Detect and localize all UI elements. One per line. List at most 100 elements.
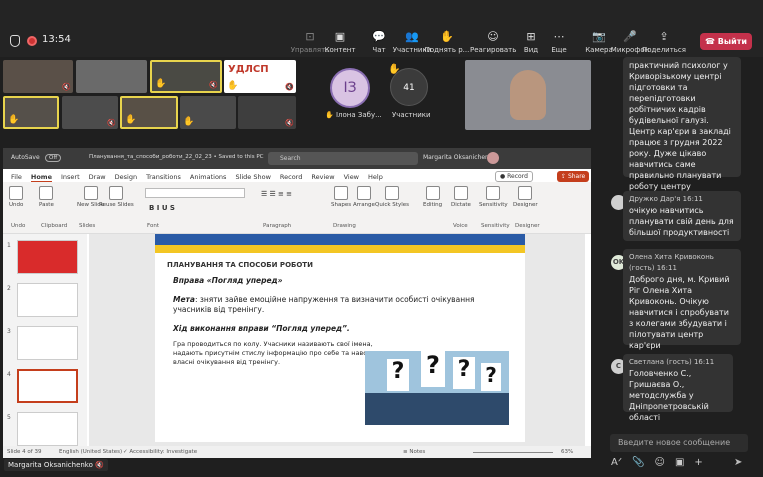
menu-record[interactable]: Record	[280, 173, 302, 182]
ribbon-button-label: Designer	[513, 202, 538, 208]
ribbon-button-icon	[334, 186, 349, 200]
ribbon-paste-button[interactable]: Paste	[39, 182, 54, 208]
ppt-menu: File Home Insert Draw Design Transitions Anima…	[11, 173, 383, 182]
ribbon-group-label: Paragraph	[263, 223, 292, 229]
ribbon-button-label: Editing	[423, 202, 443, 208]
search-input[interactable]: Search	[268, 152, 418, 165]
format-icon[interactable]: Aᐟ	[611, 457, 622, 468]
font-selector[interactable]	[145, 188, 245, 198]
toolbar-share-button[interactable]: ⇪ Поделиться	[641, 30, 687, 54]
ribbon-button-icon	[109, 186, 124, 200]
attach-icon[interactable]: 📎	[632, 457, 644, 468]
ribbon-button-label: Reuse Slides	[99, 202, 134, 208]
course-text: Гра проводиться по колу. Учасники назива…	[173, 340, 384, 366]
ribbon-button-icon	[453, 186, 468, 200]
flag-stripe-yellow	[155, 245, 525, 253]
record-button[interactable]: ● Record	[495, 171, 533, 182]
menu-animations[interactable]: Animations	[190, 173, 227, 182]
logo: УДЛСП	[228, 64, 269, 75]
avatar[interactable]	[487, 152, 499, 164]
ribbon-group-label: Slides	[79, 223, 96, 229]
slide-thumbnail[interactable]	[17, 240, 78, 274]
menu-review[interactable]: Review	[311, 173, 334, 182]
ribbon-sensitivity-button[interactable]: Sensitivity	[479, 182, 508, 208]
ppt-titlebar: AutoSave Off Планування_та_способи_робот…	[3, 148, 591, 169]
zoom-slider[interactable]	[473, 452, 553, 453]
ribbon-group-label: Font	[147, 223, 159, 229]
menu-view[interactable]: View	[344, 173, 359, 182]
emoji-icon[interactable]: ☺	[655, 457, 665, 468]
avatar[interactable]: IЗ	[330, 68, 370, 108]
paragraph-buttons[interactable]: ☰ ☰ ≡ ≡	[261, 190, 292, 198]
ribbon-reuse-slides-button[interactable]: Reuse Slides	[99, 182, 134, 208]
slide[interactable]: ПЛАНУВАННЯ ТА СПОСОБИ РОБОТИ Вправа «Пог…	[155, 234, 525, 442]
ribbon-button-label: Arrange	[353, 202, 375, 208]
participant-video[interactable]: 🔇	[3, 60, 73, 93]
participant-video[interactable]: ✋	[120, 96, 178, 129]
presenter-video[interactable]	[465, 60, 591, 130]
slide-thumbnail[interactable]	[17, 326, 78, 360]
menu-slide-show[interactable]: Slide Show	[235, 173, 270, 182]
accessibility-status[interactable]: ✓ Accessibility: Investigate	[123, 449, 197, 455]
ribbon-quick-styles-button[interactable]: Quick Styles	[375, 182, 409, 208]
participant-count[interactable]: 41	[390, 68, 428, 106]
notes-button[interactable]: ≡ Notes	[403, 449, 425, 455]
toolbar-button-label: Поделиться	[642, 46, 686, 54]
participant-video[interactable]: ✋	[3, 96, 59, 129]
ribbon-undo-button[interactable]: Undo	[9, 182, 23, 208]
ribbon-button-icon	[425, 186, 440, 200]
recording-icon	[27, 36, 37, 46]
menu-help[interactable]: Help	[368, 173, 383, 182]
toolbar-button-label: Чат	[372, 46, 386, 54]
ribbon-button-icon	[39, 186, 54, 200]
leave-button[interactable]: ☎ Выйти	[700, 33, 752, 50]
send-icon[interactable]: ➤	[734, 457, 742, 468]
toolbar-raise-hand-button[interactable]: ✋ Поднять р...	[424, 30, 470, 54]
menu-draw[interactable]: Draw	[89, 173, 106, 182]
zoom-level[interactable]: 63%	[561, 449, 573, 455]
ribbon-button-label: Dictate	[451, 202, 471, 208]
language-status[interactable]: English (United States)	[59, 449, 122, 455]
participant-video[interactable]: ✋	[180, 96, 236, 129]
participant-video[interactable]: 🔇	[238, 96, 296, 129]
add-icon[interactable]: +	[694, 457, 702, 468]
chat-input[interactable]: Введите новое сообщение	[610, 434, 748, 452]
participant-video[interactable]: УДЛСП ✋ 🔇	[224, 60, 296, 93]
question-marks-image: ? ? ? ?	[365, 351, 509, 425]
ribbon-group-label: Designer	[515, 223, 540, 229]
menu-file[interactable]: File	[11, 173, 22, 182]
ppt-statusbar: Slide 4 of 39 English (United States) ✓ …	[3, 446, 591, 458]
exercise-title: Вправа «Погляд уперед»	[173, 276, 283, 285]
raised-hand-icon: ✋	[125, 115, 137, 125]
share-button[interactable]: ⇪ Share	[557, 171, 590, 182]
participant-video[interactable]	[76, 60, 147, 93]
ribbon-group-label: Undo	[11, 223, 26, 229]
ribbon-button-label: Undo	[9, 202, 24, 208]
toolbar-button-label: Контент	[324, 46, 356, 54]
raise-hand-icon: ✋	[440, 30, 454, 43]
ribbon-designer-button[interactable]: Designer	[513, 182, 538, 208]
ribbon-dictate-button[interactable]: Dictate	[451, 182, 471, 208]
autosave-toggle[interactable]: Off	[45, 154, 62, 162]
menu-transitions[interactable]: Transitions	[146, 173, 181, 182]
ribbon-shapes-button[interactable]: Shapes	[331, 182, 351, 208]
menu-design[interactable]: Design	[115, 173, 137, 182]
menu-insert[interactable]: Insert	[61, 173, 80, 182]
font-style-buttons[interactable]: B I U S	[149, 204, 175, 212]
ribbon-editing-button[interactable]: Editing	[423, 182, 442, 208]
gif-icon[interactable]: ▣	[675, 457, 684, 468]
participant-video[interactable]: ✋ 🔇	[150, 60, 222, 93]
slide-thumbnail[interactable]	[17, 412, 78, 446]
ribbon-group-label: Drawing	[333, 223, 356, 229]
slide-thumbnail-selected[interactable]	[17, 369, 78, 403]
meeting-toolbar: 13:54 ⊡ Управлять ▣ Контент 💬 Чат 👥 Участники ✋ П…	[0, 0, 763, 57]
mic-off-icon: 🔇	[285, 83, 294, 91]
shared-screen: AutoSave Off Планування_та_способи_робот…	[3, 148, 591, 458]
course-title: Хід виконання вправи “Погляд уперед”.	[173, 324, 350, 333]
mic-off-icon: 🔇	[285, 119, 294, 127]
participant-video[interactable]: 🔇	[62, 96, 118, 129]
ribbon-arrange-button[interactable]: Arrange	[353, 182, 375, 208]
share-icon: ⇪	[659, 30, 669, 43]
menu-home[interactable]: Home	[30, 173, 52, 182]
slide-thumbnail[interactable]	[17, 283, 78, 317]
